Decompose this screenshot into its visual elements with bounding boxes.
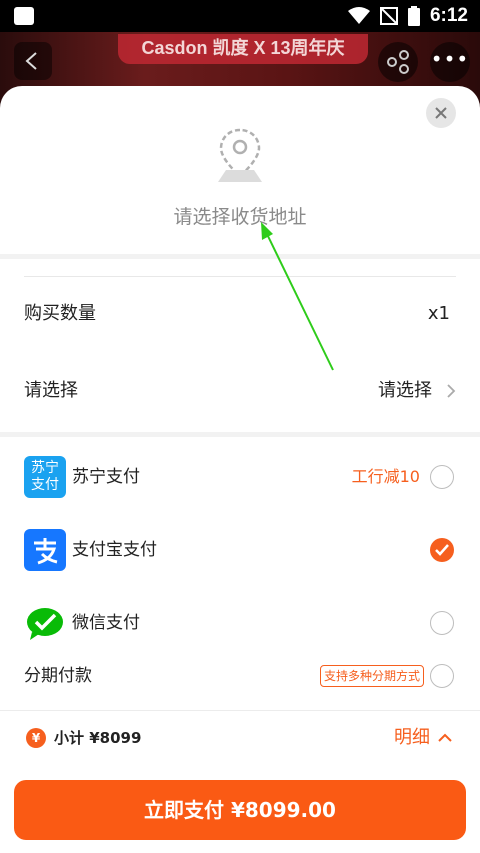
share-button[interactable] (378, 42, 418, 82)
radio-installment[interactable] (430, 664, 454, 688)
section-divider (0, 432, 480, 437)
subtotal-bar: ¥ 小计 ¥8099 明细 (0, 710, 480, 766)
pay-now-button[interactable]: 立即支付 ¥8099.00 (14, 780, 466, 840)
payment-label: 分期付款 (24, 666, 92, 686)
detail-toggle[interactable]: 明细 (394, 711, 452, 765)
yen-icon: ¥ (26, 728, 46, 748)
alipay-glyph-icon (34, 538, 58, 565)
address-placeholder: 请选择收货地址 (173, 206, 307, 228)
share-icon (387, 50, 409, 74)
suning-logo-text: 苏宁支付 (31, 460, 59, 493)
installment-tag: 支持多种分期方式 (319, 665, 424, 687)
check-icon (435, 544, 449, 556)
payment-option-installment[interactable]: 分期付款 支持多种分期方式 (0, 646, 480, 706)
payment-label: 支付宝支付 (72, 540, 157, 560)
promo-text: 工行减10 (351, 467, 420, 486)
divider (24, 276, 456, 277)
signal-off-icon (379, 7, 398, 25)
radio-alipay[interactable] (430, 538, 454, 562)
chevron-up-icon (438, 733, 452, 742)
spec-label: 请选择 (24, 380, 78, 401)
more-icon: ••• (430, 47, 470, 71)
detail-label: 明细 (394, 727, 430, 748)
address-selector[interactable]: 请选择收货地址 (0, 86, 480, 256)
alipay-icon (24, 529, 66, 571)
more-button[interactable]: ••• (430, 42, 470, 82)
back-arrow-icon (25, 52, 37, 70)
subtotal-text: 小计 ¥8099 (54, 729, 142, 747)
section-divider (0, 254, 480, 259)
notification-icon (14, 7, 34, 25)
quantity-value[interactable]: x1 (428, 284, 450, 344)
payment-label: 微信支付 (72, 613, 140, 633)
back-button[interactable] (14, 42, 52, 80)
status-icons: 6:12 (347, 0, 468, 32)
payment-label: 苏宁支付 (72, 467, 140, 487)
spec-value: 请选择 (378, 380, 432, 401)
status-bar: 6:12 (0, 0, 480, 32)
payment-option-wechat[interactable]: 微信支付 (0, 593, 480, 653)
payment-sheet: 请选择收货地址 购买数量 x1 请选择 请选择 苏宁支付 苏宁支付 工行减10 … (0, 86, 480, 853)
wechat-pay-icon (27, 608, 63, 640)
spec-row[interactable]: 请选择 请选择 (0, 361, 480, 421)
suning-pay-icon: 苏宁支付 (24, 456, 66, 498)
payment-option-suning[interactable]: 苏宁支付 苏宁支付 工行减10 (0, 447, 480, 507)
payment-option-alipay[interactable]: 支付宝支付 (0, 520, 480, 580)
chevron-right-icon (447, 384, 456, 398)
wifi-icon (347, 7, 370, 24)
clock: 6:12 (429, 5, 468, 26)
quantity-row: 购买数量 x1 (0, 284, 480, 344)
battery-icon (407, 6, 420, 26)
promo-banner: Casdon 凯度 X 13周年庆 (118, 34, 368, 64)
quantity-label: 购买数量 (24, 303, 96, 324)
location-pin-icon (218, 128, 262, 182)
radio-wechat[interactable] (430, 611, 454, 635)
radio-suning[interactable] (430, 465, 454, 489)
